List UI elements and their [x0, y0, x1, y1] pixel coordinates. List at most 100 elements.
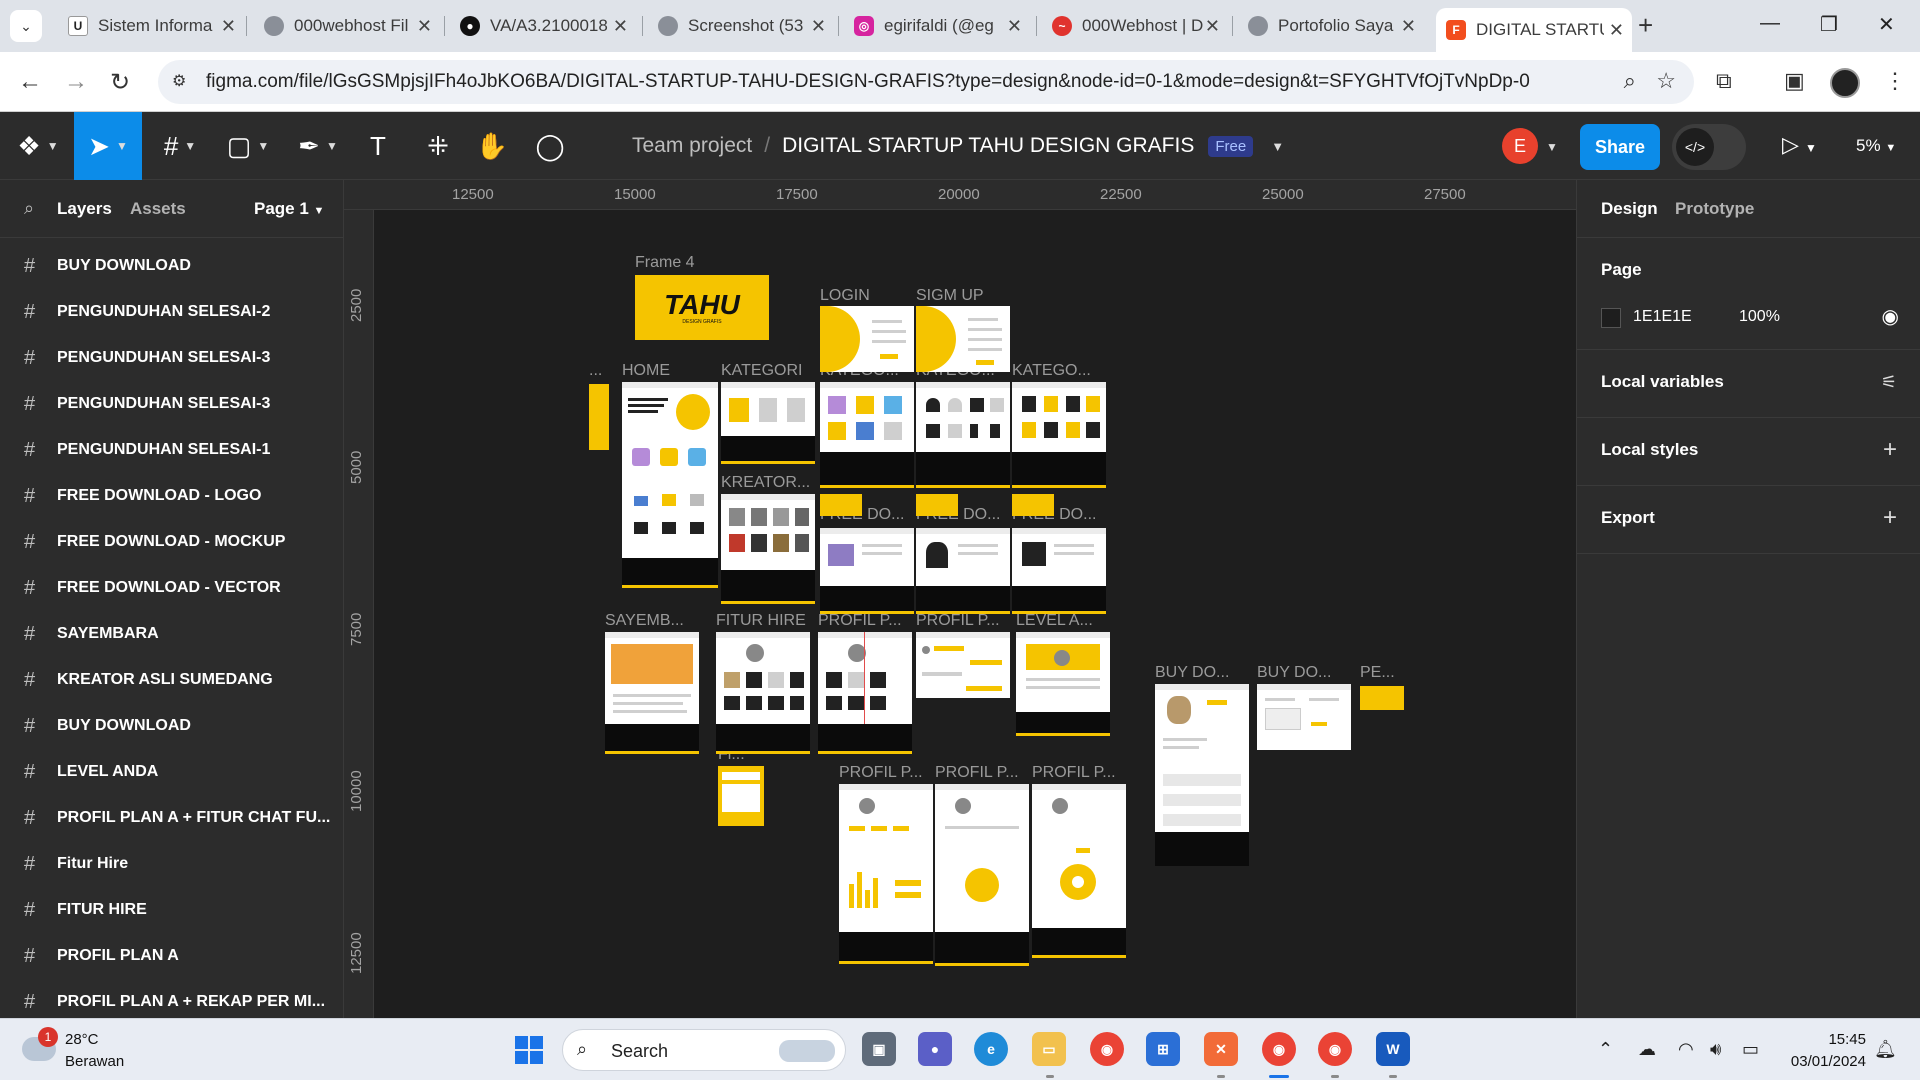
reload-icon[interactable]: ↻ [110, 68, 130, 97]
chevron-up-icon[interactable]: ⌃ [1598, 1039, 1613, 1060]
layer-item[interactable]: # BUY DOWNLOAD [0, 704, 343, 748]
frame-profil-plan-a[interactable] [818, 632, 912, 754]
frame-buy-download[interactable] [1155, 684, 1249, 866]
layer-item[interactable]: # PENGUNDUHAN SELESAI-2 [0, 290, 343, 334]
tab-assets[interactable]: Assets [130, 199, 186, 219]
frame-label[interactable]: SAYEMB... [605, 612, 684, 630]
search-icon[interactable]: ⌕ [24, 198, 34, 219]
browser-tab-active[interactable]: F DIGITAL STARTU ✕ [1436, 8, 1632, 52]
layer-item[interactable]: # PROFIL PLAN A + REKAP PER MI... [0, 980, 343, 1018]
close-tab-icon[interactable]: ✕ [1609, 20, 1624, 41]
edge-icon[interactable]: e [974, 1032, 1008, 1066]
windows-start-icon[interactable] [515, 1036, 543, 1064]
taskbar-search[interactable]: ⌕ Search [562, 1029, 846, 1071]
tab-layers[interactable]: Layers [57, 199, 112, 219]
layer-item[interactable]: # PENGUNDUHAN SELESAI-3 [0, 336, 343, 380]
clock-time[interactable]: 15:45 [1782, 1031, 1866, 1048]
clock-date[interactable]: 03/01/2024 [1782, 1053, 1866, 1070]
frame-label[interactable]: LEVEL A... [1016, 612, 1093, 630]
chevron-down-icon[interactable]: ▼ [1271, 139, 1284, 154]
frame-profil-rekap-1[interactable] [839, 784, 933, 964]
more-menu-icon[interactable]: ⋮ [1884, 68, 1906, 94]
bookmark-star-icon[interactable]: ☆ [1656, 68, 1676, 94]
layer-item[interactable]: # PENGUNDUHAN SELESAI-3 [0, 382, 343, 426]
page-bg-swatch[interactable] [1601, 308, 1621, 328]
frame-kategori-4[interactable] [1012, 382, 1106, 488]
frame-label[interactable]: ... [589, 362, 602, 380]
page-bg-opacity[interactable]: 100% [1739, 308, 1780, 326]
text-tool[interactable]: T [358, 112, 398, 180]
frame-pe-2[interactable] [916, 494, 958, 516]
frame-fitur-hire[interactable] [716, 632, 810, 754]
task-view-icon[interactable]: ▣ [862, 1032, 896, 1066]
move-tool[interactable]: ➤ ▼ [74, 112, 142, 180]
frame-free-download-vector[interactable] [1012, 528, 1106, 614]
restore-icon[interactable]: ❐ [1820, 12, 1838, 37]
extensions-icon[interactable]: ⧉ [1716, 68, 1732, 94]
close-tab-icon[interactable]: ✕ [613, 16, 628, 37]
page-selector[interactable]: Page 1 ▼ [254, 199, 324, 219]
frame-label[interactable]: SIGM UP [916, 287, 984, 305]
frame-pe-1[interactable] [820, 494, 862, 516]
frame-pe-3[interactable] [1012, 494, 1054, 516]
tab-search-button[interactable]: ⌄ [10, 10, 42, 42]
user-avatar[interactable]: E [1502, 128, 1538, 164]
file-explorer-icon[interactable]: ▭ [1032, 1032, 1066, 1066]
frame-label[interactable]: KREATOR... [721, 474, 810, 492]
close-tab-icon[interactable]: ✕ [811, 16, 826, 37]
close-tab-icon[interactable]: ✕ [1401, 16, 1416, 37]
frame-label[interactable]: PROFIL P... [818, 612, 902, 630]
close-tab-icon[interactable]: ✕ [1007, 16, 1022, 37]
local-variables-section[interactable]: Local variables ⚟ [1577, 350, 1920, 418]
browser-tab-4[interactable]: Screenshot (53 ✕ [648, 8, 834, 44]
dev-mode-toggle[interactable]: </> [1672, 124, 1746, 170]
frame-free-download-logo[interactable] [820, 528, 914, 614]
zoom-icon[interactable]: ⌕ [1624, 68, 1636, 94]
shape-tool[interactable]: ▢ ▼ [220, 112, 276, 180]
browser-tab-2[interactable]: 000webhost Fil ✕ [254, 8, 440, 44]
weather-condition[interactable]: Berawan [65, 1053, 124, 1070]
frame-label[interactable]: BUY DO... [1257, 664, 1331, 682]
add-icon[interactable]: + [1883, 504, 1897, 532]
frame-profil-rekap-2[interactable] [935, 784, 1029, 966]
local-styles-section[interactable]: Local styles + [1577, 418, 1920, 486]
frame-label[interactable]: PROFIL P... [839, 764, 923, 782]
new-tab-button[interactable]: + [1638, 10, 1653, 41]
tab-prototype[interactable]: Prototype [1675, 199, 1754, 219]
hand-tool[interactable]: ✋ [472, 112, 512, 180]
chrome-profile-2-icon[interactable]: ◉ [1318, 1032, 1352, 1066]
profile-avatar[interactable] [1830, 68, 1860, 98]
layer-item[interactable]: # Fitur Hire [0, 842, 343, 886]
back-icon[interactable]: ← [18, 68, 42, 96]
frame-label[interactable]: HOME [622, 362, 670, 380]
onedrive-cloud-icon[interactable]: ☁ [1638, 1039, 1656, 1060]
frame-label[interactable]: KATEGORI [721, 362, 803, 380]
frame-label[interactable]: FITUR HIRE [716, 612, 806, 630]
layer-item[interactable]: # LEVEL ANDA [0, 750, 343, 794]
teams-chat-icon[interactable]: ● [918, 1032, 952, 1066]
layer-item[interactable]: # FREE DOWNLOAD - LOGO [0, 474, 343, 518]
share-button[interactable]: Share [1580, 124, 1660, 170]
layer-item[interactable]: # FITUR HIRE [0, 888, 343, 932]
word-icon[interactable]: W [1376, 1032, 1410, 1066]
layer-item[interactable]: # FREE DOWNLOAD - VECTOR [0, 566, 343, 610]
team-link[interactable]: Team project [632, 134, 752, 158]
page-bg-hex[interactable]: 1E1E1E [1633, 308, 1692, 326]
browser-tab-3[interactable]: ● VA/A3.2100018 ✕ [450, 8, 636, 44]
frame-level-anda[interactable] [1016, 632, 1110, 736]
main-menu-button[interactable]: ❖ ▼ [10, 112, 66, 180]
chevron-down-icon[interactable]: ▼ [1546, 140, 1558, 154]
comment-tool[interactable]: ◯ [530, 112, 570, 180]
side-panel-icon[interactable]: ▣ [1784, 68, 1805, 94]
frame-label[interactable]: LOGIN [820, 287, 870, 305]
url-bar[interactable]: ⚙ figma.com/file/lGsGSMpjsjIFh4oJbKO6BA/… [158, 60, 1694, 104]
frame-home[interactable] [622, 382, 718, 588]
battery-icon[interactable]: ▭ [1742, 1039, 1759, 1060]
frame-fitur-chat[interactable] [718, 766, 764, 826]
notification-bell-icon[interactable]: 🔔︎ [1874, 1039, 1897, 1060]
tahu-logo-frame[interactable]: TAHU DESIGN GRAFIS [635, 275, 769, 340]
weather-temperature[interactable]: 28°C [65, 1031, 99, 1048]
frame-profil-rekap-3[interactable] [1032, 784, 1126, 958]
export-section[interactable]: Export + [1577, 486, 1920, 554]
layer-item[interactable]: # KREATOR ASLI SUMEDANG [0, 658, 343, 702]
